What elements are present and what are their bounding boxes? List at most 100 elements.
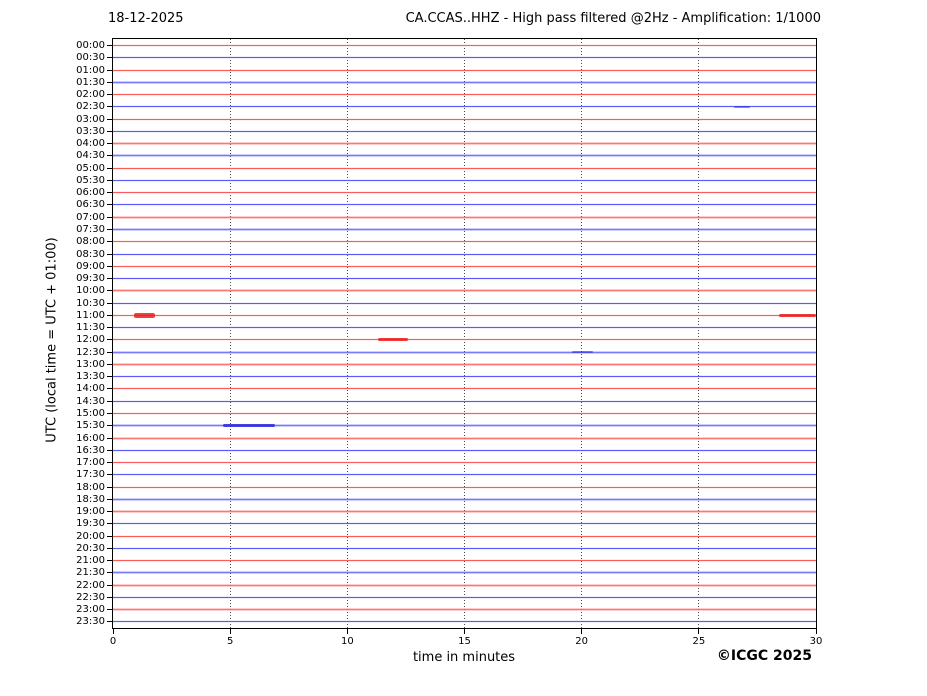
ytick-05:00 bbox=[107, 168, 112, 169]
seismic-event-15:30 bbox=[223, 424, 275, 427]
ytick-label-03:00: 03:00 bbox=[61, 114, 105, 125]
trace-22:00 bbox=[113, 585, 816, 586]
ytick-label-11:30: 11:30 bbox=[61, 322, 105, 333]
ytick-00:00 bbox=[107, 45, 112, 46]
trace-20:30 bbox=[113, 548, 816, 549]
ytick-04:30 bbox=[107, 155, 112, 156]
trace-11:30 bbox=[113, 327, 816, 328]
ytick-label-20:00: 20:00 bbox=[61, 531, 105, 542]
ytick-label-20:30: 20:30 bbox=[61, 543, 105, 554]
xtick-5 bbox=[230, 629, 231, 634]
seismic-event-12:00 bbox=[378, 338, 408, 341]
ytick-label-06:30: 06:30 bbox=[61, 199, 105, 210]
ytick-10:30 bbox=[107, 303, 112, 304]
trace-14:30 bbox=[113, 401, 816, 402]
ytick-label-22:30: 22:30 bbox=[61, 592, 105, 603]
ytick-label-11:00: 11:00 bbox=[61, 310, 105, 321]
gridline-10min bbox=[347, 39, 348, 628]
ytick-label-19:30: 19:30 bbox=[61, 518, 105, 529]
xtick-label-20: 20 bbox=[565, 636, 599, 648]
xtick-label-5: 5 bbox=[213, 636, 247, 648]
ytick-label-04:00: 04:00 bbox=[61, 138, 105, 149]
ytick-23:00 bbox=[107, 609, 112, 610]
ytick-label-09:00: 09:00 bbox=[61, 261, 105, 272]
trace-13:00 bbox=[113, 364, 816, 365]
ytick-label-01:00: 01:00 bbox=[61, 65, 105, 76]
ytick-label-02:00: 02:00 bbox=[61, 89, 105, 100]
seismogram-figure: 18-12-2025 CA.CCAS..HHZ - High pass filt… bbox=[0, 0, 927, 696]
trace-02:30 bbox=[113, 106, 816, 107]
ytick-06:30 bbox=[107, 204, 112, 205]
ytick-16:00 bbox=[107, 438, 112, 439]
trace-06:30 bbox=[113, 204, 816, 205]
gridline-20min bbox=[581, 39, 582, 628]
ytick-label-08:30: 08:30 bbox=[61, 249, 105, 260]
ytick-label-23:30: 23:30 bbox=[61, 616, 105, 627]
trace-15:30 bbox=[113, 425, 816, 426]
ytick-label-08:00: 08:00 bbox=[61, 236, 105, 247]
trace-03:00 bbox=[113, 119, 816, 120]
ytick-12:00 bbox=[107, 339, 112, 340]
trace-18:30 bbox=[113, 499, 816, 500]
ytick-12:30 bbox=[107, 352, 112, 353]
seismic-event-11:00 bbox=[779, 314, 816, 317]
trace-15:00 bbox=[113, 413, 816, 414]
trace-05:30 bbox=[113, 180, 816, 181]
xtick-label-0: 0 bbox=[96, 636, 130, 648]
trace-12:30 bbox=[113, 352, 816, 353]
ytick-04:00 bbox=[107, 143, 112, 144]
gridline-15min bbox=[464, 39, 465, 628]
gridline-5min bbox=[230, 39, 231, 628]
ytick-label-13:00: 13:00 bbox=[61, 359, 105, 370]
gridline-25min bbox=[698, 39, 699, 628]
ytick-03:00 bbox=[107, 119, 112, 120]
ytick-13:30 bbox=[107, 376, 112, 377]
ytick-label-06:00: 06:00 bbox=[61, 187, 105, 198]
ytick-22:00 bbox=[107, 585, 112, 586]
seismic-event-02:30 bbox=[734, 106, 750, 108]
trace-19:00 bbox=[113, 511, 816, 512]
ytick-14:30 bbox=[107, 401, 112, 402]
ytick-02:00 bbox=[107, 94, 112, 95]
trace-00:30 bbox=[113, 57, 816, 58]
ytick-label-12:00: 12:00 bbox=[61, 334, 105, 345]
trace-08:30 bbox=[113, 254, 816, 255]
trace-07:00 bbox=[113, 217, 816, 218]
ytick-label-16:00: 16:00 bbox=[61, 433, 105, 444]
trace-03:30 bbox=[113, 131, 816, 132]
ytick-21:30 bbox=[107, 572, 112, 573]
seismic-event-11:00 bbox=[134, 313, 155, 318]
xtick-30 bbox=[816, 629, 817, 634]
ytick-label-07:30: 07:30 bbox=[61, 224, 105, 235]
xtick-label-10: 10 bbox=[330, 636, 364, 648]
ytick-label-22:00: 22:00 bbox=[61, 580, 105, 591]
trace-17:00 bbox=[113, 462, 816, 463]
ytick-label-16:30: 16:30 bbox=[61, 445, 105, 456]
trace-14:00 bbox=[113, 388, 816, 389]
ytick-20:00 bbox=[107, 536, 112, 537]
y-axis-label: UTC (local time = UTC + 01:00) bbox=[45, 237, 60, 442]
ytick-10:00 bbox=[107, 290, 112, 291]
trace-06:00 bbox=[113, 192, 816, 193]
trace-21:30 bbox=[113, 572, 816, 573]
trace-13:30 bbox=[113, 376, 816, 377]
trace-20:00 bbox=[113, 536, 816, 537]
x-axis-label: time in minutes bbox=[413, 650, 515, 665]
ytick-label-00:00: 00:00 bbox=[61, 40, 105, 51]
trace-05:00 bbox=[113, 168, 816, 169]
ytick-08:00 bbox=[107, 241, 112, 242]
ytick-00:30 bbox=[107, 57, 112, 58]
trace-04:00 bbox=[113, 143, 816, 144]
trace-04:30 bbox=[113, 155, 816, 156]
ytick-label-10:30: 10:30 bbox=[61, 298, 105, 309]
ytick-label-03:30: 03:30 bbox=[61, 126, 105, 137]
ytick-16:30 bbox=[107, 450, 112, 451]
trace-01:30 bbox=[113, 82, 816, 83]
ytick-09:30 bbox=[107, 278, 112, 279]
ytick-14:00 bbox=[107, 388, 112, 389]
trace-23:00 bbox=[113, 609, 816, 610]
trace-23:30 bbox=[113, 621, 816, 622]
plot-area bbox=[112, 38, 817, 629]
ytick-15:00 bbox=[107, 413, 112, 414]
ytick-label-14:30: 14:30 bbox=[61, 396, 105, 407]
